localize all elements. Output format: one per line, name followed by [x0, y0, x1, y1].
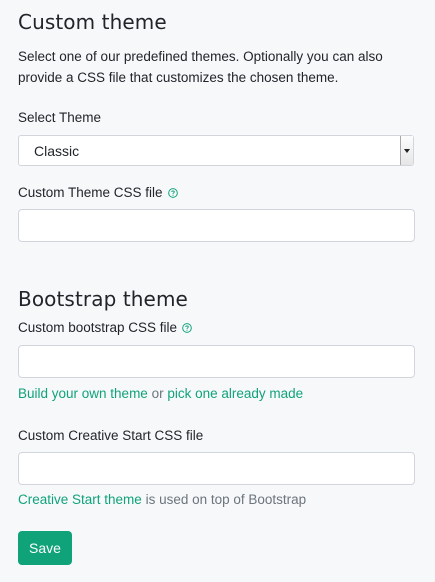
build-theme-link[interactable]: Build your own theme — [18, 386, 148, 401]
creative-css-label-text: Custom Creative Start CSS file — [18, 428, 204, 443]
creative-start-link[interactable]: Creative Start theme — [18, 492, 142, 507]
question-circle-icon[interactable] — [182, 322, 192, 333]
custom-theme-css-label-text: Custom Theme CSS file — [18, 185, 163, 200]
creative-css-input[interactable] — [18, 452, 415, 485]
creative-css-label: Custom Creative Start CSS file — [18, 428, 203, 443]
select-theme-label: Select Theme — [18, 110, 101, 125]
save-button[interactable]: Save — [18, 531, 72, 565]
bootstrap-css-label-text: Custom bootstrap CSS file — [18, 320, 178, 335]
theme-select-value: Classic — [34, 143, 80, 159]
or-text: or — [147, 386, 168, 401]
theme-select[interactable]: Classic — [18, 135, 414, 166]
chevron-down-icon[interactable] — [400, 136, 413, 165]
bootstrap-css-label: Custom bootstrap CSS file — [18, 320, 192, 335]
bootstrap-theme-title: Bootstrap theme — [18, 287, 188, 311]
bootstrap-help-text: Build your own theme or pick one already… — [18, 386, 303, 401]
select-theme-label-text: Select Theme — [18, 110, 102, 125]
custom-theme-title: Custom theme — [18, 10, 167, 34]
custom-theme-description: Select one of our predefined themes. Opt… — [18, 49, 383, 85]
creative-suffix-text: is used on top of Bootstrap — [141, 492, 307, 507]
creative-help-text: Creative Start theme is used on top of B… — [18, 492, 306, 507]
custom-theme-css-input[interactable] — [18, 209, 415, 242]
pick-theme-link[interactable]: pick one already made — [167, 386, 303, 401]
question-circle-icon[interactable] — [167, 187, 178, 198]
bootstrap-css-input[interactable] — [18, 345, 415, 378]
custom-theme-css-label: Custom Theme CSS file — [18, 185, 178, 200]
